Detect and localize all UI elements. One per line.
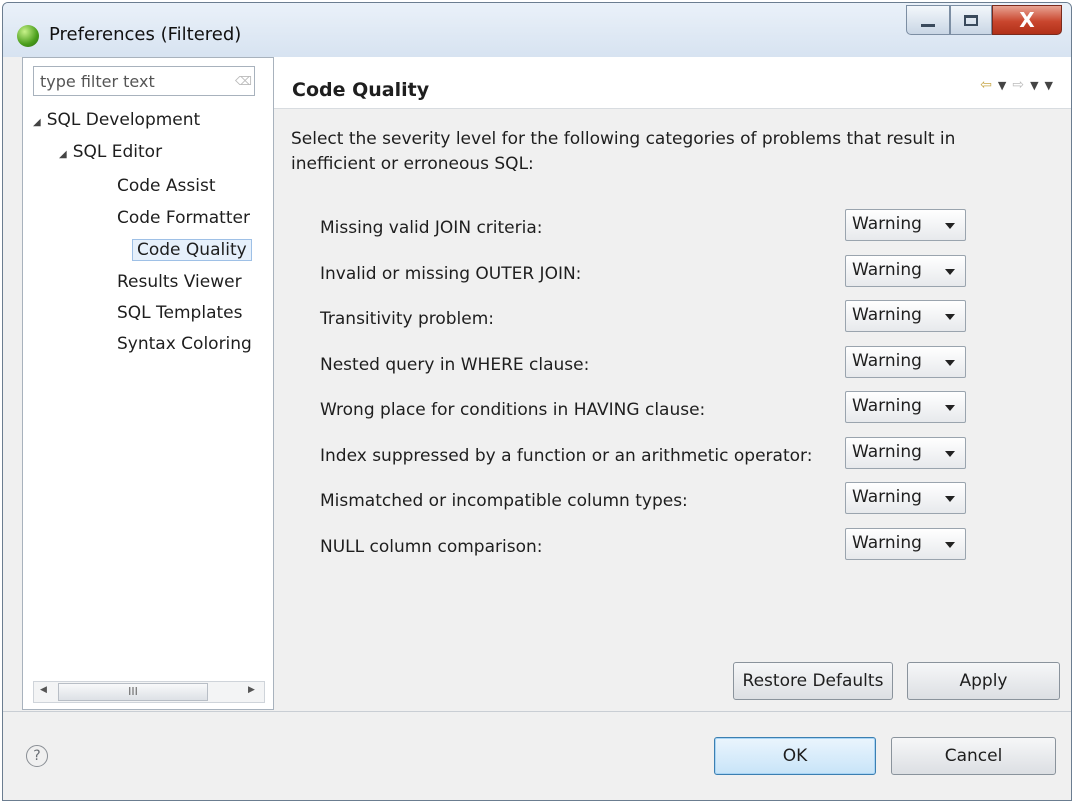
chevron-down-icon — [945, 405, 955, 411]
cancel-button[interactable]: Cancel — [891, 737, 1056, 775]
maximize-icon — [964, 14, 978, 26]
severity-label: Transitivity problem: — [320, 309, 495, 329]
severity-label: Wrong place for conditions in HAVING cla… — [320, 400, 706, 420]
clear-filter-icon[interactable]: ⌫ — [235, 74, 252, 88]
tree-item-syntax-coloring[interactable]: Syntax Coloring — [117, 334, 252, 354]
filter-input[interactable]: type filter text — [33, 66, 255, 96]
severity-select[interactable]: Warning — [845, 346, 966, 378]
minimize-button[interactable] — [906, 5, 950, 35]
maximize-button[interactable] — [950, 5, 992, 35]
restore-defaults-button[interactable]: Restore Defaults — [733, 662, 893, 700]
window-title: Preferences (Filtered) — [49, 24, 242, 45]
tree-item-code-quality[interactable]: Code Quality — [132, 239, 252, 261]
back-dropdown-icon[interactable]: ▼ — [998, 79, 1012, 92]
severity-select[interactable]: Warning — [845, 437, 966, 469]
scroll-thumb[interactable]: III — [58, 683, 208, 701]
chevron-down-icon — [945, 496, 955, 502]
severity-label: Index suppressed by a function or an ari… — [320, 446, 813, 466]
tree-item-results-viewer[interactable]: Results Viewer — [117, 272, 242, 292]
close-button[interactable]: X — [992, 5, 1062, 35]
chevron-down-icon — [945, 314, 955, 320]
severity-label: Nested query in WHERE clause: — [320, 355, 590, 375]
close-icon: X — [1019, 8, 1035, 32]
help-icon[interactable]: ? — [26, 745, 48, 767]
tree-item-code-formatter[interactable]: Code Formatter — [117, 208, 250, 228]
forward-dropdown-icon[interactable]: ▼ — [1030, 79, 1044, 92]
chevron-down-icon — [945, 451, 955, 457]
severity-select[interactable]: Warning — [845, 255, 966, 287]
severity-label: Mismatched or incompatible column types: — [320, 491, 688, 511]
severity-label: Invalid or missing OUTER JOIN: — [320, 264, 582, 284]
page-title: Code Quality — [292, 79, 430, 101]
severity-label: NULL column comparison: — [320, 537, 543, 557]
history-navigation: ⇦▼⇨▼▼ — [980, 77, 1059, 93]
page-description: Select the severity level for the follow… — [291, 129, 956, 174]
preferences-dialog: Preferences (Filtered) X type filter tex… — [2, 2, 1072, 801]
preference-tree-pane: type filter text ⌫ ◢ SQL Development ◢ SQL… — [22, 57, 274, 710]
tree-item-sql-editor[interactable]: ◢ SQL Editor — [59, 142, 162, 162]
severity-select[interactable]: Warning — [845, 209, 966, 241]
tree-item-code-assist[interactable]: Code Assist — [117, 176, 216, 196]
tree-item-sql-development[interactable]: ◢ SQL Development — [33, 110, 200, 130]
page-header: Code Quality ⇦▼⇨▼▼ — [274, 57, 1071, 109]
preference-page: Code Quality ⇦▼⇨▼▼ Select the severity l… — [274, 57, 1071, 710]
expanded-triangle-icon[interactable]: ◢ — [59, 149, 67, 160]
tree-item-sql-templates[interactable]: SQL Templates — [117, 303, 242, 323]
app-icon — [17, 25, 39, 47]
minimize-icon — [921, 23, 935, 27]
severity-select[interactable]: Warning — [845, 528, 966, 560]
severity-select[interactable]: Warning — [845, 300, 966, 332]
view-menu-icon[interactable]: ▼ — [1045, 79, 1059, 92]
horizontal-scrollbar[interactable]: ◀ III ▶ — [33, 681, 265, 703]
chevron-down-icon — [945, 542, 955, 548]
title-bar: Preferences (Filtered) X — [3, 3, 1071, 57]
scroll-right-icon[interactable]: ▶ — [248, 685, 255, 695]
scroll-left-icon[interactable]: ◀ — [40, 685, 47, 695]
severity-select[interactable]: Warning — [845, 391, 966, 423]
back-icon[interactable]: ⇦ — [980, 77, 998, 93]
ok-button[interactable]: OK — [714, 737, 876, 775]
severity-select[interactable]: Warning — [845, 482, 966, 514]
dialog-footer: ? OK Cancel — [3, 711, 1071, 800]
expanded-triangle-icon[interactable]: ◢ — [33, 117, 41, 128]
apply-button[interactable]: Apply — [907, 662, 1060, 700]
forward-icon[interactable]: ⇨ — [1012, 77, 1030, 93]
severity-label: Missing valid JOIN criteria: — [320, 218, 543, 238]
chevron-down-icon — [945, 360, 955, 366]
chevron-down-icon — [945, 223, 955, 229]
chevron-down-icon — [945, 269, 955, 275]
